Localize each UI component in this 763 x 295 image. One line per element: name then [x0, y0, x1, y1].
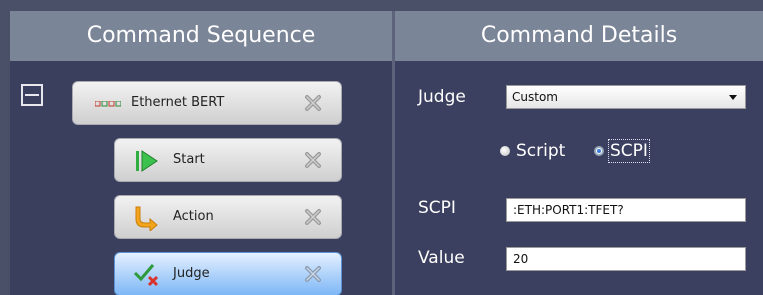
radio-script[interactable]: Script: [500, 141, 565, 161]
judge-label: Judge: [418, 87, 466, 107]
value-input[interactable]: 20: [506, 247, 746, 271]
collapse-toggle-icon[interactable]: [21, 84, 43, 106]
remove-icon[interactable]: [303, 150, 323, 170]
sequence-node-label: Action: [173, 209, 214, 224]
sequence-node-ethernet-bert[interactable]: Ethernet BERT: [72, 81, 342, 125]
ethernet-bert-icon: [95, 101, 121, 107]
radio-selected-icon: [594, 146, 604, 156]
judge-select[interactable]: Custom: [506, 85, 746, 109]
sequence-node-judge[interactable]: Judge: [114, 252, 342, 295]
value-label: Value: [418, 248, 465, 268]
sequence-node-label: Judge: [173, 266, 210, 281]
judge-check-icon: [133, 264, 159, 287]
sequence-node-action[interactable]: Action: [114, 195, 342, 239]
remove-icon[interactable]: [303, 207, 323, 227]
sequence-node-label: Ethernet BERT: [131, 95, 225, 110]
sequence-node-label: Start: [173, 152, 205, 167]
radio-script-label: Script: [516, 141, 566, 161]
scpi-input[interactable]: :ETH:PORT1:TFET?: [506, 198, 746, 222]
panel-divider[interactable]: [392, 11, 395, 295]
app-root: Command Sequence Command Details Etherne…: [0, 0, 763, 295]
action-arrow-icon: [135, 206, 158, 231]
chevron-down-icon: [729, 95, 737, 100]
play-icon: [136, 150, 158, 172]
remove-icon[interactable]: [303, 264, 323, 284]
radio-scpi-label: SCPI: [608, 139, 650, 163]
scpi-label: SCPI: [418, 198, 456, 218]
command-sequence-header: Command Sequence: [10, 11, 392, 61]
sequence-node-start[interactable]: Start: [114, 138, 342, 182]
judge-select-value: Custom: [512, 90, 558, 104]
remove-icon[interactable]: [303, 93, 323, 113]
command-details-header: Command Details: [395, 11, 763, 61]
radio-scpi[interactable]: SCPI: [594, 139, 650, 163]
radio-unselected-icon: [500, 146, 510, 156]
